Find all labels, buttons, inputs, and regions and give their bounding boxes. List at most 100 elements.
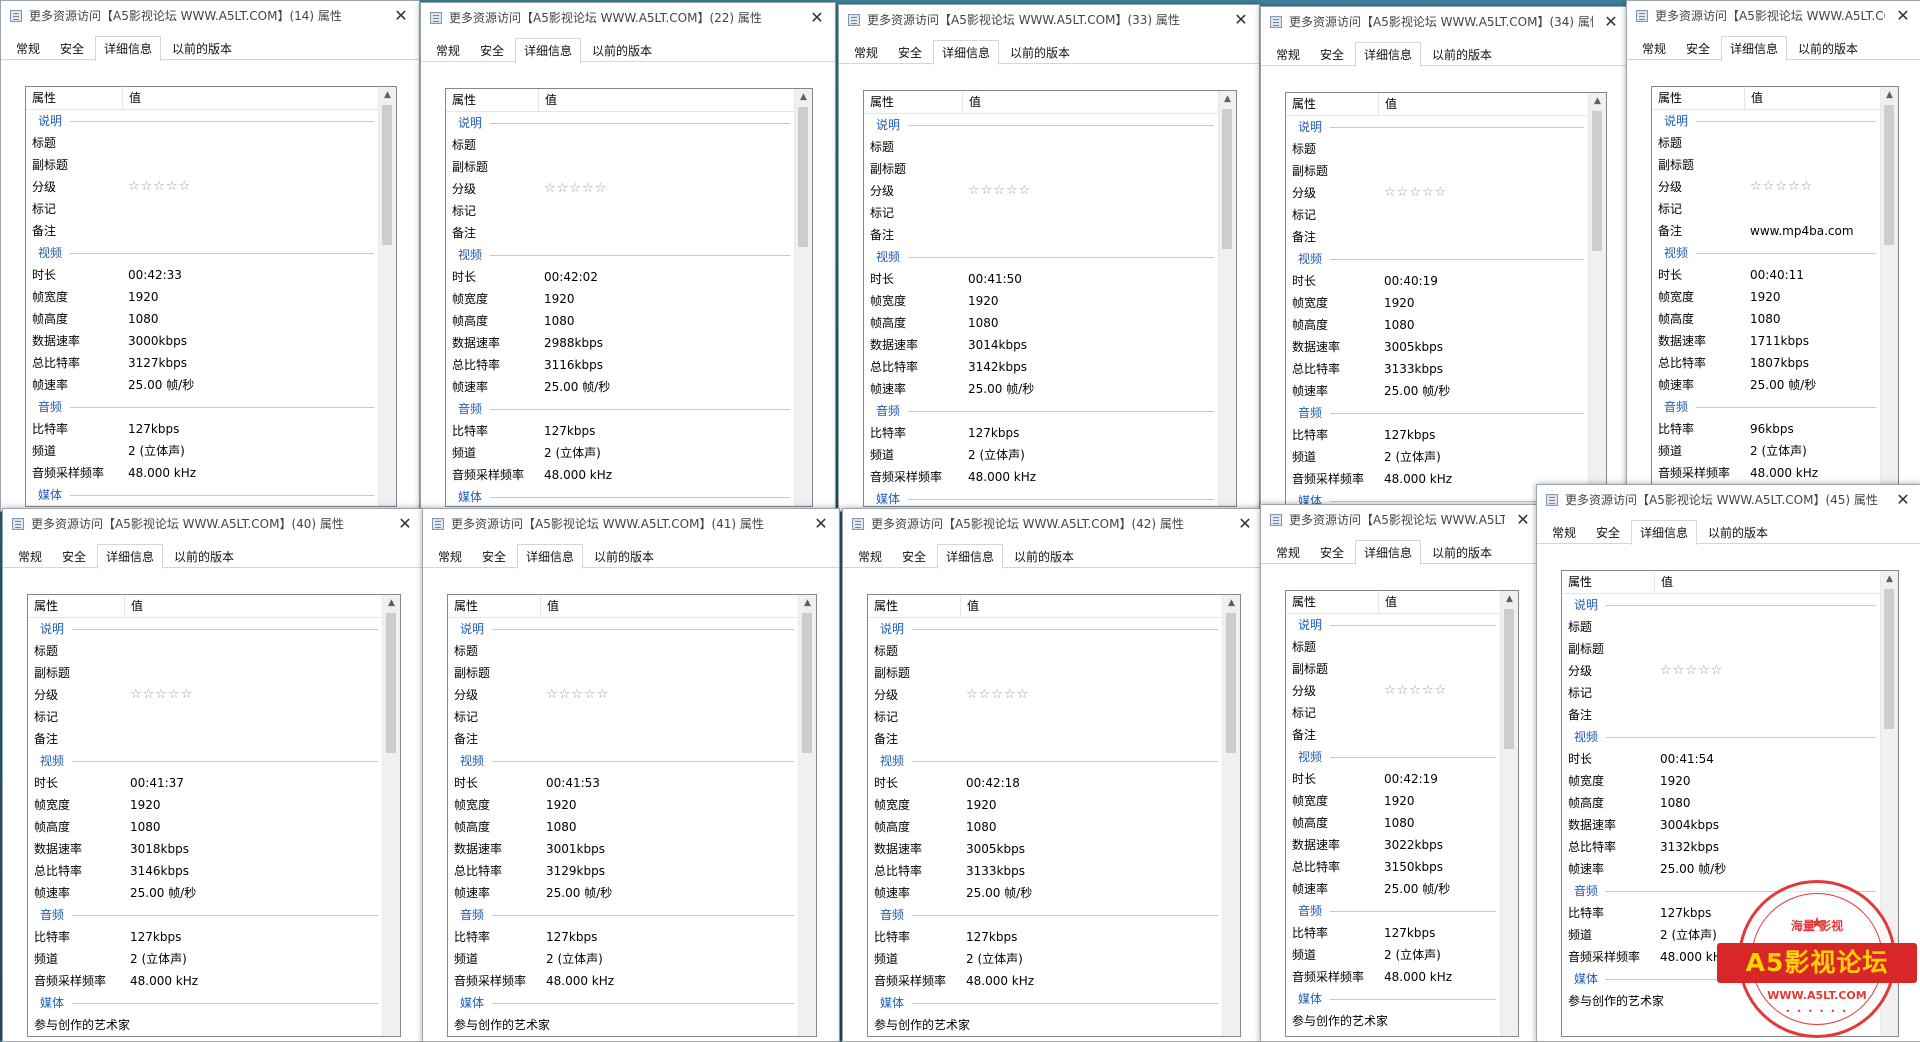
row-bitrate[interactable]: 比特率 96kbps <box>1652 418 1898 440</box>
row-length[interactable]: 时长 00:42:02 <box>446 266 812 288</box>
tab-previous-versions[interactable]: 以前的版本 <box>583 39 661 62</box>
scroll-up-icon[interactable]: ▲ <box>1501 591 1518 608</box>
row-total-bitrate[interactable]: 总比特率 1807kbps <box>1652 352 1898 374</box>
group-audio[interactable]: 音频 <box>1286 900 1518 922</box>
row-title[interactable]: 标题 <box>28 640 400 662</box>
row-total-bitrate[interactable]: 总比特率 3127kbps <box>26 352 396 374</box>
row-total-bitrate[interactable]: 总比特率 3133kbps <box>1286 358 1606 380</box>
tab-security[interactable]: 安全 <box>1587 521 1629 544</box>
row-length[interactable]: 时长 00:42:18 <box>868 772 1240 794</box>
row-comments[interactable]: 备注 <box>1286 724 1518 746</box>
row-length[interactable]: 时长 00:41:54 <box>1562 748 1898 770</box>
close-icon[interactable]: ✕ <box>1227 509 1263 539</box>
row-title[interactable]: 标题 <box>1652 132 1898 154</box>
row-frame-height[interactable]: 帧高度 1080 <box>864 312 1236 334</box>
tab-general[interactable]: 常规 <box>1543 521 1585 544</box>
row-subtitle[interactable]: 副标题 <box>868 662 1240 684</box>
vertical-scrollbar[interactable]: ▲ <box>1218 91 1236 506</box>
row-channels[interactable]: 频道 2 (立体声) <box>1286 446 1606 468</box>
rating-stars-icon[interactable]: ☆☆☆☆☆ <box>546 684 609 706</box>
group-description[interactable]: 说明 <box>868 618 1240 640</box>
row-bitrate[interactable]: 比特率 127kbps <box>448 926 816 948</box>
group-description[interactable]: 说明 <box>1286 614 1518 636</box>
column-header-value[interactable]: 值 <box>1654 571 1673 593</box>
row-frame-width[interactable]: 帧宽度 1920 <box>26 286 396 308</box>
scroll-thumb[interactable] <box>386 613 396 753</box>
row-tags[interactable]: 标记 <box>864 202 1236 224</box>
row-frame-rate[interactable]: 帧速率 25.00 帧/秒 <box>1286 380 1606 402</box>
tab-general[interactable]: 常规 <box>1633 37 1675 60</box>
group-video[interactable]: 视频 <box>26 242 396 264</box>
vertical-scrollbar[interactable]: ▲ <box>1880 87 1898 496</box>
column-header-value[interactable]: 值 <box>124 595 143 617</box>
tab-previous-versions[interactable]: 以前的版本 <box>585 545 663 568</box>
row-bitrate[interactable]: 比特率 127kbps <box>868 926 1240 948</box>
group-description[interactable]: 说明 <box>448 618 816 640</box>
row-sample-rate[interactable]: 音频采样频率 48.000 kHz <box>26 462 396 484</box>
tab-security[interactable]: 安全 <box>471 39 513 62</box>
row-tags[interactable]: 标记 <box>1286 204 1606 226</box>
scroll-up-icon[interactable]: ▲ <box>799 595 816 612</box>
group-media[interactable]: 媒体 <box>446 486 812 506</box>
tab-general[interactable]: 常规 <box>849 545 891 568</box>
row-total-bitrate[interactable]: 总比特率 3142kbps <box>864 356 1236 378</box>
tab-previous-versions[interactable]: 以前的版本 <box>1699 521 1777 544</box>
row-tags[interactable]: 标记 <box>1286 702 1518 724</box>
group-description[interactable]: 说明 <box>1562 594 1898 616</box>
row-bitrate[interactable]: 比特率 127kbps <box>28 926 400 948</box>
row-data-rate[interactable]: 数据速率 3022kbps <box>1286 834 1518 856</box>
group-description[interactable]: 说明 <box>26 110 396 132</box>
row-subtitle[interactable]: 副标题 <box>26 154 396 176</box>
tab-general[interactable]: 常规 <box>427 39 469 62</box>
row-frame-height[interactable]: 帧高度 1080 <box>1286 314 1606 336</box>
tab-general[interactable]: 常规 <box>1267 43 1309 66</box>
row-frame-height[interactable]: 帧高度 1080 <box>26 308 396 330</box>
details-list[interactable]: 属性 值说明 标题 副标题 分级 ☆☆☆☆☆ 标记 备注 www.mp4ba.com 视频 时长 00… <box>1651 86 1899 497</box>
tab-details[interactable]: 详细信息 <box>933 40 1000 65</box>
row-data-rate[interactable]: 数据速率 2988kbps <box>446 332 812 354</box>
vertical-scrollbar[interactable]: ▲ <box>378 87 396 506</box>
column-header-value[interactable]: 值 <box>962 91 981 113</box>
group-audio[interactable]: 音频 <box>864 400 1236 422</box>
group-video[interactable]: 视频 <box>868 750 1240 772</box>
row-frame-height[interactable]: 帧高度 1080 <box>448 816 816 838</box>
row-bitrate[interactable]: 比特率 127kbps <box>26 418 396 440</box>
row-frame-width[interactable]: 帧宽度 1920 <box>1652 286 1898 308</box>
rating-stars-icon[interactable]: ☆☆☆☆☆ <box>128 176 191 198</box>
details-list[interactable]: 属性 值说明 标题 副标题 分级 ☆☆☆☆☆ 标记 备注 视频 时长 00:42:18 帧宽度 1920… <box>867 594 1241 1037</box>
row-data-rate[interactable]: 数据速率 3014kbps <box>864 334 1236 356</box>
tab-general[interactable]: 常规 <box>9 545 51 568</box>
group-video[interactable]: 视频 <box>28 750 400 772</box>
vertical-scrollbar[interactable]: ▲ <box>1588 93 1606 506</box>
tab-previous-versions[interactable]: 以前的版本 <box>1423 541 1501 564</box>
tab-details[interactable]: 详细信息 <box>1355 42 1422 67</box>
row-sample-rate[interactable]: 音频采样频率 48.000 kHz <box>868 970 1240 992</box>
tab-details[interactable]: 详细信息 <box>1631 520 1698 545</box>
row-subtitle[interactable]: 副标题 <box>864 158 1236 180</box>
tab-security[interactable]: 安全 <box>473 545 515 568</box>
row-length[interactable]: 时长 00:41:37 <box>28 772 400 794</box>
row-sample-rate[interactable]: 音频采样频率 48.000 kHz <box>28 970 400 992</box>
column-header-property[interactable]: 属性 <box>868 595 898 617</box>
column-header-value[interactable]: 值 <box>538 89 557 111</box>
group-description[interactable]: 说明 <box>28 618 400 640</box>
group-video[interactable]: 视频 <box>1286 746 1518 768</box>
row-comments[interactable]: 备注 <box>864 224 1236 246</box>
row-data-rate[interactable]: 数据速率 3018kbps <box>28 838 400 860</box>
tab-security[interactable]: 安全 <box>1311 43 1353 66</box>
row-subtitle[interactable]: 副标题 <box>1286 658 1518 680</box>
row-length[interactable]: 时长 00:42:19 <box>1286 768 1518 790</box>
row-title[interactable]: 标题 <box>868 640 1240 662</box>
title-bar[interactable]: 更多资源访问【A5影视论坛 WWW.A5LT.COM】 ✕ <box>1627 1 1920 31</box>
tab-previous-versions[interactable]: 以前的版本 <box>1789 37 1867 60</box>
row-comments[interactable]: 备注 <box>1286 226 1606 248</box>
scroll-thumb[interactable] <box>1884 105 1894 245</box>
scroll-thumb[interactable] <box>1222 109 1232 249</box>
group-video[interactable]: 视频 <box>1562 726 1898 748</box>
tab-previous-versions[interactable]: 以前的版本 <box>163 37 241 60</box>
row-data-rate[interactable]: 数据速率 3005kbps <box>868 838 1240 860</box>
group-video[interactable]: 视频 <box>448 750 816 772</box>
row-title[interactable]: 标题 <box>1286 138 1606 160</box>
row-comments[interactable]: 备注 www.mp4ba.com <box>1652 220 1898 242</box>
tab-previous-versions[interactable]: 以前的版本 <box>1001 41 1079 64</box>
